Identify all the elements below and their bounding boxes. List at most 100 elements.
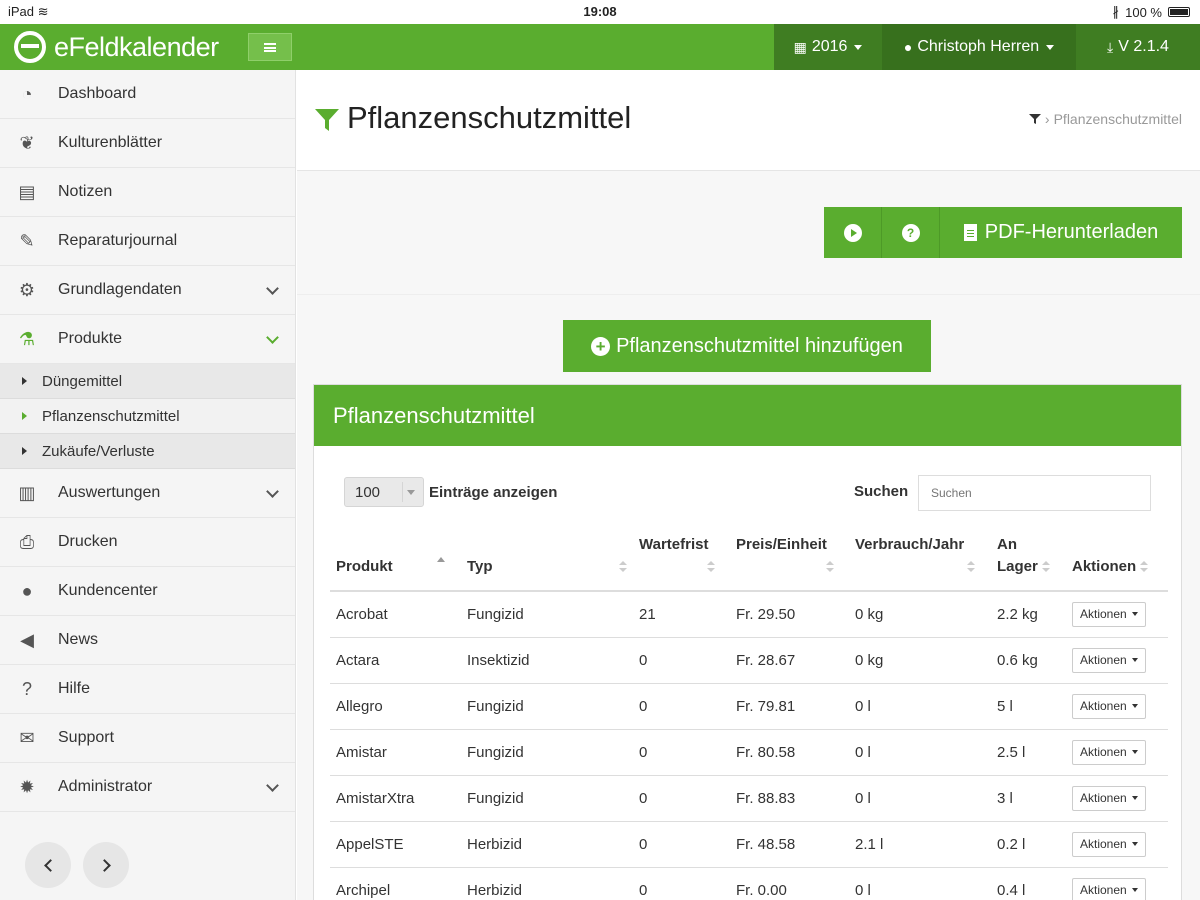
sidebar-item-reparaturjournal[interactable]: ✎ Reparaturjournal (0, 217, 295, 266)
cell-aktionen: Aktionen (1066, 637, 1168, 684)
page-length-select[interactable]: 100 (344, 477, 424, 507)
add-pflanzenschutzmittel-button[interactable]: + Pflanzenschutzmittel hinzufügen (563, 320, 931, 372)
year-dropdown[interactable]: ▦ 2016 (774, 24, 882, 70)
cell-verbrauch: 2.1 l (849, 821, 991, 868)
column-label: Wartefrist (639, 536, 709, 553)
sort-icon (826, 561, 834, 573)
cell-aktionen: Aktionen (1066, 683, 1168, 730)
sidebar-subitem-pflanzenschutzmittel[interactable]: Pflanzenschutzmittel (0, 399, 295, 434)
breadcrumb-current[interactable]: Pflanzenschutzmittel (1054, 111, 1182, 127)
aktionen-dropdown[interactable]: Aktionen (1072, 601, 1146, 627)
column-label: Verbrauch/Jahr (855, 536, 965, 553)
table-row: Acrobat Fungizid 21 Fr. 29.50 0 kg 2.2 k… (330, 591, 1168, 638)
aktionen-dropdown[interactable]: Aktionen (1072, 785, 1146, 811)
back-button[interactable] (25, 842, 71, 888)
battery-icon (1168, 7, 1190, 17)
cell-wartefrist: 0 (633, 821, 730, 868)
column-header-aktionen[interactable]: Aktionen (1066, 533, 1168, 592)
play-tutorial-button[interactable] (824, 207, 882, 258)
play-icon (843, 223, 862, 242)
column-header-verbrauch-jahr[interactable]: Verbrauch/Jahr (849, 533, 991, 592)
sort-icon (1140, 561, 1149, 573)
sidebar-subitem-zukaeufe-verluste[interactable]: Zukäufe/Verluste (0, 434, 295, 469)
sidebar-item-support[interactable]: ✉ Support (0, 714, 295, 763)
sidebar-item-news[interactable]: ◀ News (0, 616, 295, 665)
column-label: Preis/Einheit (736, 536, 827, 553)
sidebar-item-drucken[interactable]: ⎙ Drucken (0, 518, 295, 567)
column-header-typ[interactable]: Typ (461, 533, 633, 592)
question-icon: ? (901, 223, 920, 242)
page-title: Pflanzenschutzmittel (347, 100, 632, 135)
caret-down-icon (1131, 750, 1138, 754)
cell-lager: 0.6 kg (991, 637, 1066, 684)
cell-lager: 2.5 l (991, 729, 1066, 776)
cell-wartefrist: 0 (633, 867, 730, 900)
sidebar-subitem-label: Düngemittel (42, 372, 123, 390)
aktionen-dropdown[interactable]: Aktionen (1072, 693, 1146, 719)
sidebar-item-kundencenter[interactable]: ● Kundencenter (0, 567, 295, 616)
caret-down-icon (854, 44, 863, 50)
column-header-preis-einheit[interactable]: Preis/Einheit (730, 533, 849, 592)
pdf-download-button[interactable]: PDF-Herunterladen (940, 207, 1182, 258)
clock: 19:08 (583, 4, 617, 19)
cell-aktionen: Aktionen (1066, 729, 1168, 776)
hamburger-icon (264, 42, 276, 52)
sidebar-item-administrator[interactable]: ✹ Administrator (0, 763, 295, 812)
sidebar-item-label: Reparaturjournal (58, 232, 178, 249)
cell-wartefrist: 0 (633, 683, 730, 730)
cell-preis: Fr. 80.58 (730, 729, 849, 776)
sidebar-item-label: Hilfe (58, 680, 91, 697)
user-dropdown[interactable]: ● Christoph Herren (882, 24, 1076, 70)
cell-produkt: Actara (330, 637, 461, 684)
cell-verbrauch: 0 kg (849, 591, 991, 638)
brand-logo-link[interactable]: eFeldkalender (14, 30, 219, 64)
megaphone-icon: ◀ (20, 629, 34, 650)
help-button[interactable]: ? (882, 207, 940, 258)
sidebar-item-grundlagendaten[interactable]: ⚙ Grundlagendaten (0, 266, 295, 315)
cell-lager: 5 l (991, 683, 1066, 730)
column-header-wartefrist[interactable]: Wartefrist (633, 533, 730, 592)
page-header: Pflanzenschutzmittel › Pflanzenschutzmit… (297, 70, 1200, 171)
aktionen-label: Aktionen (1080, 837, 1127, 851)
version-label: V 2.1.4 (1118, 38, 1169, 55)
sidebar-item-produkte[interactable]: ⚗ Produkte (0, 315, 295, 364)
sidebar-subitem-duengemittel[interactable]: Düngemittel (0, 364, 295, 399)
sidebar-item-label: Produkte (58, 330, 123, 347)
column-header-produkt[interactable]: Produkt (330, 533, 461, 592)
sidebar-item-notizen[interactable]: ▤ Notizen (0, 168, 295, 217)
column-label: Typ (467, 558, 493, 575)
version-button[interactable]: ⤓ V 2.1.4 (1076, 24, 1200, 70)
aktionen-dropdown[interactable]: Aktionen (1072, 647, 1146, 673)
sidebar-item-hilfe[interactable]: ? Hilfe (0, 665, 295, 714)
sidebar-item-label: Notizen (58, 183, 113, 200)
leaf-icon: ❦ (19, 132, 35, 153)
plus-circle-icon: + (591, 336, 611, 356)
cell-lager: 2.2 kg (991, 591, 1066, 638)
aktionen-dropdown[interactable]: Aktionen (1072, 877, 1146, 900)
envelope-icon: ✉ (19, 727, 35, 748)
products-panel: Pflanzenschutzmittel 100 Einträge anzeig… (313, 384, 1182, 900)
sidebar-item-auswertungen[interactable]: ▥ Auswertungen (0, 469, 295, 518)
chevron-down-icon (266, 282, 279, 295)
cell-typ: Herbizid (461, 867, 633, 900)
cell-wartefrist: 0 (633, 729, 730, 776)
forward-button[interactable] (83, 842, 129, 888)
navbar-menu: ▦ 2016 ● Christoph Herren ⤓ V 2.1.4 (774, 24, 1200, 70)
bar-chart-icon: ▥ (18, 482, 36, 503)
sidebar-item-kulturenblaetter[interactable]: ❦ Kulturenblätter (0, 119, 295, 168)
sidebar-toggle-button[interactable] (248, 33, 292, 61)
aktionen-dropdown[interactable]: Aktionen (1072, 831, 1146, 857)
search-input[interactable] (918, 475, 1151, 511)
cell-produkt: AmistarXtra (330, 775, 461, 822)
aktionen-dropdown[interactable]: Aktionen (1072, 739, 1146, 765)
divider (297, 294, 1200, 295)
cell-verbrauch: 0 l (849, 867, 991, 900)
chevron-down-icon (266, 331, 279, 344)
cell-typ: Herbizid (461, 821, 633, 868)
sidebar-item-dashboard[interactable]: ◔ Dashboard (0, 70, 295, 119)
column-header-an-lager[interactable]: An Lager (991, 533, 1066, 592)
sort-icon (1041, 561, 1050, 573)
cell-preis: Fr. 29.50 (730, 591, 849, 638)
battery-label: 100 % (1125, 4, 1162, 20)
sidebar-item-label: Auswertungen (58, 484, 161, 501)
